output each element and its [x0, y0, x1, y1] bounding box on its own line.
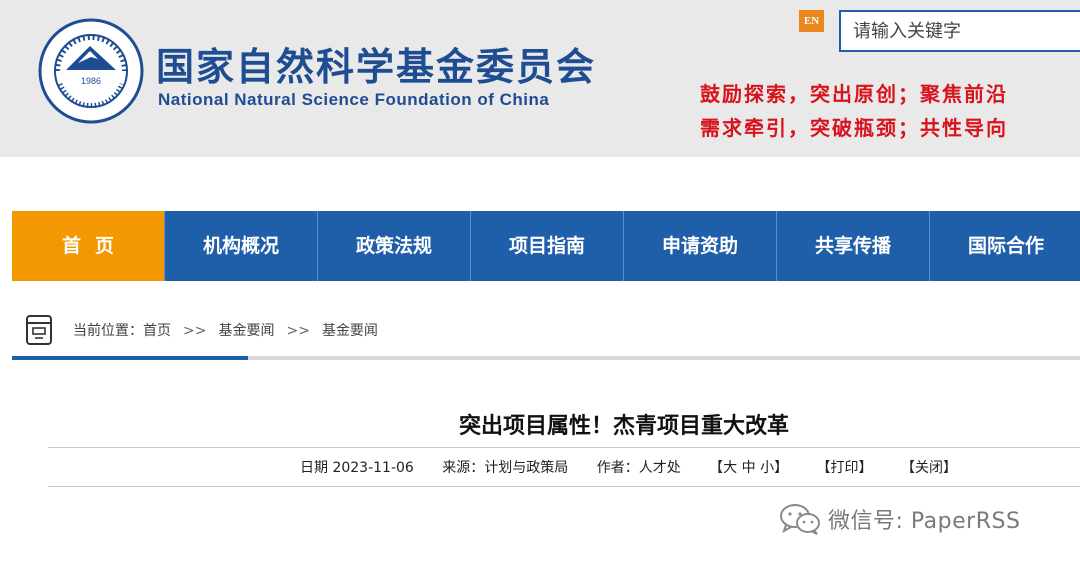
org-name-en: National Natural Science Foundation of C… — [158, 90, 550, 109]
breadcrumb-separator: >> — [286, 323, 310, 339]
nav-item-guide[interactable]: 项目指南 — [471, 211, 624, 281]
english-version-button[interactable]: EN — [799, 10, 824, 32]
watermark-text: 微信号: PaperRSS — [828, 509, 1021, 534]
breadcrumb: 当前位置：首页 >> 基金要闻 >> 基金要闻 — [73, 320, 378, 340]
title-divider — [48, 447, 1080, 448]
breadcrumb-prefix: 当前位置： — [73, 323, 143, 339]
breadcrumb-item-home[interactable]: 首页 — [143, 323, 171, 339]
article-date: 日期 2023-11-06 — [300, 460, 414, 476]
nsfc-logo[interactable]: 1986 — [38, 18, 144, 124]
main-nav: 首页 机构概况 政策法规 项目指南 申请资助 共享传播 国际合作 — [12, 211, 1080, 281]
search-input[interactable] — [839, 10, 1080, 52]
font-size-control[interactable]: 【大 中 小】 — [709, 460, 788, 476]
logo-year: 1986 — [81, 76, 101, 86]
meta-divider — [48, 486, 1080, 487]
wechat-watermark: 微信号: PaperRSS — [778, 502, 1020, 536]
article-author: 作者：人才处 — [596, 460, 681, 476]
breadcrumb-item-current[interactable]: 基金要闻 — [322, 323, 378, 339]
breadcrumb-separator: >> — [183, 323, 207, 339]
breadcrumb-divider-accent — [12, 356, 248, 360]
article-meta: 日期 2023-11-06 来源：计划与政策局 作者：人才处 【大 中 小】 【… — [300, 457, 981, 477]
nav-item-apply[interactable]: 申请资助 — [624, 211, 777, 281]
slogan-line-2: 需求牵引，突破瓶颈；共性导向 — [700, 116, 1008, 140]
org-name-cn[interactable]: 国家自然科学基金委员会 — [156, 36, 596, 91]
article-source: 来源：计划与政策局 — [442, 460, 569, 476]
nav-item-home[interactable]: 首页 — [12, 211, 165, 281]
breadcrumb-item-news[interactable]: 基金要闻 — [218, 323, 274, 339]
nav-item-about[interactable]: 机构概况 — [165, 211, 318, 281]
location-book-icon — [26, 315, 52, 345]
close-button[interactable]: 【关闭】 — [901, 460, 957, 476]
nav-item-share[interactable]: 共享传播 — [777, 211, 930, 281]
print-button[interactable]: 【打印】 — [817, 460, 873, 476]
slogan-line-1: 鼓励探索，突出原创；聚焦前沿 — [700, 82, 1008, 106]
nav-item-international[interactable]: 国际合作 — [930, 211, 1080, 281]
wechat-icon — [780, 504, 820, 535]
article-title: 突出项目属性！杰青项目重大改革 — [458, 414, 789, 439]
site-header: 1986 国家自然科学基金委员会 National Natural Scienc… — [0, 0, 1080, 157]
nav-item-policies[interactable]: 政策法规 — [318, 211, 471, 281]
